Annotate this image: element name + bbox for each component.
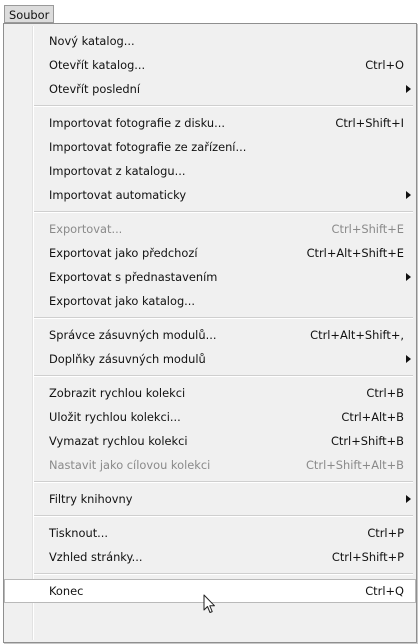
- menu-item-label: Importovat fotografie ze zařízení...: [49, 140, 247, 154]
- menu-item-vymazat-rychlou-kolekci[interactable]: Vymazat rychlou kolekci Ctrl+Shift+B: [4, 429, 416, 453]
- menu-item-zobrazit-rychlou-kolekci[interactable]: Zobrazit rychlou kolekci Ctrl+B: [4, 381, 416, 405]
- menu-item-shortcut: Ctrl+Alt+Shift+E: [306, 246, 404, 260]
- menu-item-vzhled-stranky[interactable]: Vzhled stránky... Ctrl+Shift+P: [4, 545, 416, 569]
- menu-items: Nový katalog... Otevřít katalog... Ctrl+O O…: [4, 29, 416, 603]
- menu-item-shortcut: Ctrl+Shift+P: [331, 550, 404, 564]
- file-dropdown-menu: Nový katalog... Otevřít katalog... Ctrl+O O…: [3, 23, 417, 643]
- menu-item-label: Nový katalog...: [49, 34, 135, 48]
- triangle-right-icon: [405, 183, 413, 207]
- menu-separator: [4, 569, 416, 579]
- menu-separator: [4, 511, 416, 521]
- menu-item-shortcut: Ctrl+P: [367, 526, 404, 540]
- triangle-right-icon: [405, 347, 413, 371]
- menu-item-label: Importovat fotografie z disku...: [49, 116, 225, 130]
- menu-item-doplnky-zasuvnych-modulu[interactable]: Doplňky zásuvných modulů: [4, 347, 416, 371]
- menu-separator: [4, 371, 416, 381]
- mouse-pointer-icon: [203, 594, 217, 618]
- menu-item-label: Uložit rychlou kolekci...: [49, 410, 181, 424]
- menu-item-exportovat: Exportovat... Ctrl+Shift+E: [4, 217, 416, 241]
- menu-item-label: Otevřít katalog...: [49, 58, 146, 72]
- menu-item-otevrit-katalog[interactable]: Otevřít katalog... Ctrl+O: [4, 53, 416, 77]
- menu-item-label: Exportovat jako katalog...: [49, 294, 196, 308]
- menu-item-spravce-zasuvnych-modulu[interactable]: Správce zásuvných modulů... Ctrl+Alt+Shif…: [4, 323, 416, 347]
- menu-item-label: Importovat z katalogu...: [49, 164, 186, 178]
- menu-item-exportovat-jako-katalog[interactable]: Exportovat jako katalog...: [4, 289, 416, 313]
- menu-item-label: Exportovat s přednastavením: [49, 270, 218, 284]
- menu-separator: [4, 207, 416, 217]
- menu-separator: [4, 477, 416, 487]
- menu-item-exportovat-jako-predchozi[interactable]: Exportovat jako předchozí Ctrl+Alt+Shift+…: [4, 241, 416, 265]
- menu-item-shortcut: Ctrl+Shift+Alt+B: [305, 458, 404, 472]
- triangle-right-icon: [405, 77, 413, 101]
- menu-item-shortcut: Ctrl+Shift+I: [335, 116, 404, 130]
- menu-item-shortcut: Ctrl+Alt+Shift+,: [310, 328, 404, 342]
- menu-item-ulozit-rychlou-kolekci[interactable]: Uložit rychlou kolekci... Ctrl+Alt+B: [4, 405, 416, 429]
- menu-item-shortcut: Ctrl+Alt+B: [341, 410, 404, 424]
- menu-item-shortcut: Ctrl+B: [366, 386, 404, 400]
- menu-item-label: Exportovat jako předchozí: [49, 246, 198, 260]
- menu-item-label: Konec: [49, 584, 84, 598]
- menu-item-importovat-fotografie-ze-zarizeni[interactable]: Importovat fotografie ze zařízení...: [4, 135, 416, 159]
- menu-soubor[interactable]: Soubor: [4, 5, 55, 23]
- menu-item-novy-katalog[interactable]: Nový katalog...: [4, 29, 416, 53]
- menu-item-nastavit-jako-cilovou-kolekci: Nastavit jako cílovou kolekci Ctrl+Shift+…: [4, 453, 416, 477]
- menu-item-label: Exportovat...: [49, 222, 123, 236]
- menu-item-filtry-knihovny[interactable]: Filtry knihovny: [4, 487, 416, 511]
- menu-item-importovat-fotografie-z-disku[interactable]: Importovat fotografie z disku... Ctrl+Shi…: [4, 111, 416, 135]
- menu-item-label: Filtry knihovny: [49, 492, 133, 506]
- menu-item-label: Vymazat rychlou kolekci: [49, 434, 188, 448]
- menu-item-label: Doplňky zásuvných modulů: [49, 352, 206, 366]
- menu-item-shortcut: Ctrl+Shift+E: [331, 222, 404, 236]
- menu-item-shortcut: Ctrl+Q: [365, 584, 404, 598]
- menu-item-label: Vzhled stránky...: [49, 550, 143, 564]
- triangle-right-icon: [405, 487, 413, 511]
- menu-item-label: Nastavit jako cílovou kolekci: [49, 458, 211, 472]
- menu-item-shortcut: Ctrl+O: [365, 58, 404, 72]
- menu-item-label: Zobrazit rychlou kolekci: [49, 386, 186, 400]
- menu-item-label: Tisknout...: [49, 526, 109, 540]
- triangle-right-icon: [405, 265, 413, 289]
- menu-item-shortcut: Ctrl+Shift+B: [330, 434, 404, 448]
- menu-item-label: Otevřít poslední: [49, 82, 141, 96]
- menu-item-label: Importovat automaticky: [49, 188, 187, 202]
- menu-item-otevrit-posledni[interactable]: Otevřít poslední: [4, 77, 416, 101]
- menu-item-tisknout[interactable]: Tisknout... Ctrl+P: [4, 521, 416, 545]
- menu-separator: [4, 101, 416, 111]
- menu-item-importovat-automaticky[interactable]: Importovat automaticky: [4, 183, 416, 207]
- menu-item-exportovat-s-prednastavenim[interactable]: Exportovat s přednastavením: [4, 265, 416, 289]
- menu-separator: [4, 313, 416, 323]
- menu-item-importovat-z-katalogu[interactable]: Importovat z katalogu...: [4, 159, 416, 183]
- menu-item-label: Správce zásuvných modulů...: [49, 328, 217, 342]
